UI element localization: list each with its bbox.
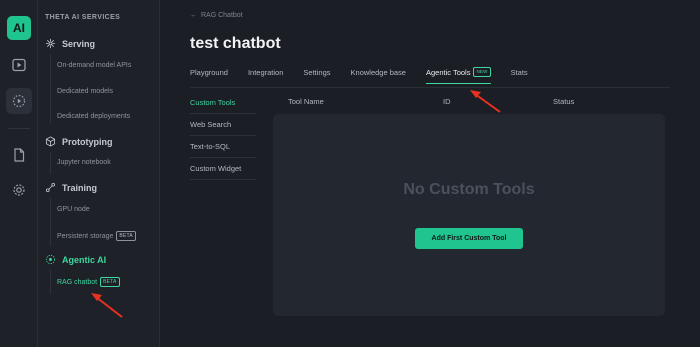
arrow-to-rag-chatbot bbox=[91, 293, 123, 318]
arrow-to-agentic-tools bbox=[470, 90, 501, 113]
annotation-arrows bbox=[91, 90, 501, 318]
